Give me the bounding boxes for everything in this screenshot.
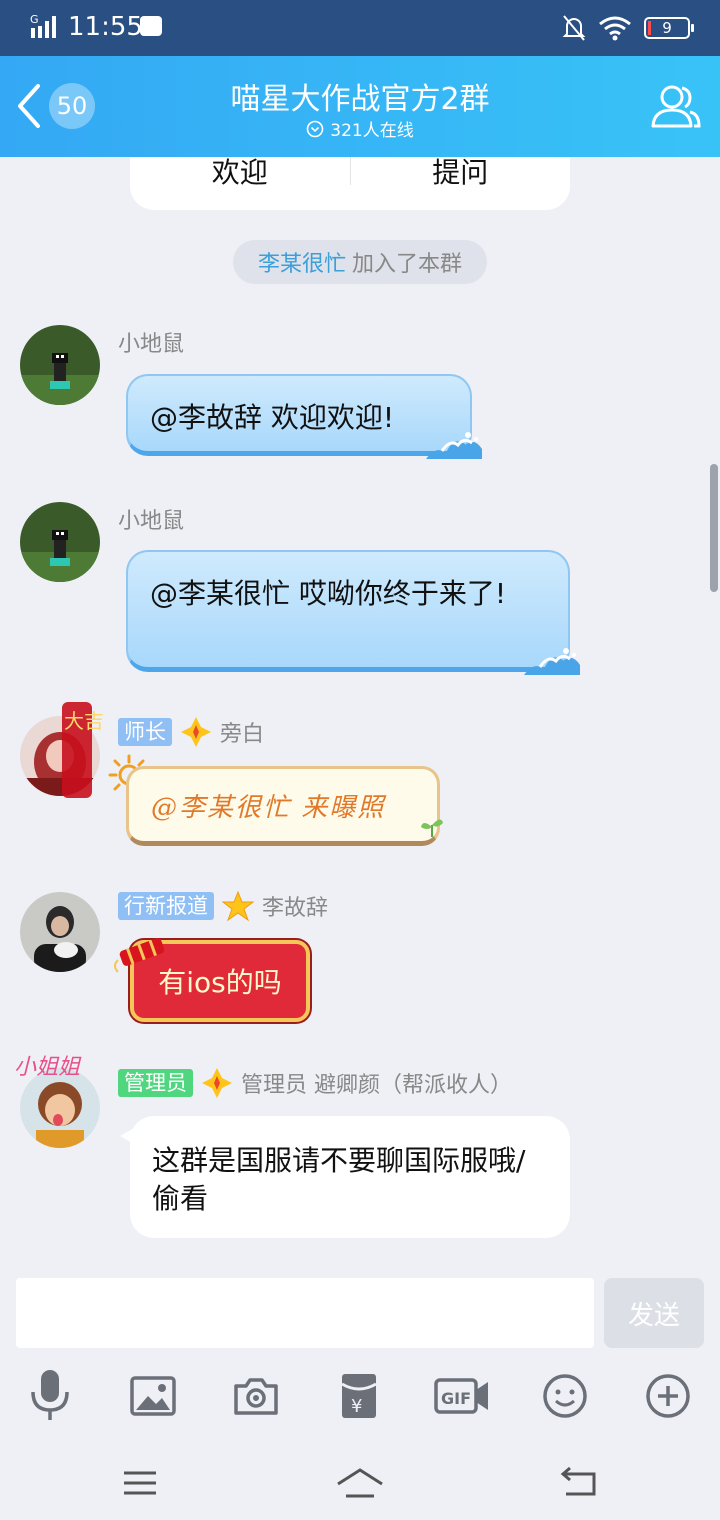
chevron-down-circle-icon: [306, 120, 324, 137]
diamond-rank-icon: [181, 717, 211, 747]
online-count: 321人在线: [330, 121, 414, 141]
welcome-label: 欢迎: [211, 157, 268, 189]
sender-name: 师长 旁白: [118, 716, 264, 748]
system-join-message: 李某很忙 加入了本群: [233, 240, 487, 284]
svg-text:小姐姐: 小姐姐: [14, 1055, 82, 1080]
joined-member-name[interactable]: 李某很忙: [258, 246, 346, 278]
sender-label: 旁白: [220, 722, 265, 747]
member-title-tag: 师长: [118, 718, 172, 746]
avatar[interactable]: [20, 325, 100, 405]
group-members-icon[interactable]: [650, 82, 702, 130]
notification-icon: [140, 16, 162, 36]
star-rank-icon: [222, 890, 254, 922]
online-status[interactable]: 321人在线: [0, 116, 720, 141]
red-packet-icon[interactable]: ¥: [329, 1364, 389, 1428]
message-text: @李某很忙 来曝照: [151, 792, 386, 823]
message-bubble[interactable]: @李故辞 欢迎欢迎!: [126, 374, 482, 459]
sender-label: 小地鼠: [118, 509, 185, 534]
back-nav-icon[interactable]: [550, 1458, 610, 1508]
wifi-icon: [599, 16, 631, 41]
scrollbar[interactable]: [710, 464, 718, 592]
diamond-rank-icon: [202, 1068, 232, 1098]
camera-icon[interactable]: [226, 1364, 286, 1428]
status-bar: G 11:55 9: [0, 0, 720, 56]
message-text: @李故辞 欢迎欢迎!: [150, 401, 395, 434]
toolbar: ¥ GIF: [0, 1364, 720, 1434]
message-bubble[interactable]: 这群是国服请不要聊国际服哦/偷看: [120, 1116, 570, 1238]
join-text: 加入了本群: [352, 252, 463, 277]
sender-name: 管理员 管理员 避卿颜（帮派收人）: [118, 1067, 512, 1099]
sender-name: 小地鼠: [118, 326, 184, 358]
sender-name: 小地鼠: [118, 503, 184, 535]
member-title-tag: 管理员: [118, 1069, 193, 1097]
svg-text:大吉大利: 大吉大利: [64, 709, 104, 733]
sender-name: 行新报道 李故辞: [118, 890, 328, 922]
status-time: 11:55: [68, 12, 143, 42]
plus-icon[interactable]: [638, 1364, 698, 1428]
firecracker-decoration-icon: [114, 938, 165, 973]
group-title[interactable]: 喵星大作战官方2群: [0, 74, 720, 118]
signal-icon: G: [30, 13, 56, 38]
sprout-icon: [421, 819, 443, 837]
wave-decoration-icon: [426, 432, 482, 459]
emoji-icon[interactable]: [535, 1364, 595, 1428]
sender-label: 李故辞: [262, 896, 329, 921]
chat-header: 50 喵星大作战官方2群 321人在线: [0, 56, 720, 157]
wave-decoration-icon: [524, 648, 580, 675]
svg-text:GIF: GIF: [441, 1389, 471, 1408]
message-text: @李某很忙 哎呦你终于来了!: [150, 577, 507, 610]
sender-label: 管理员 避卿颜（帮派收人）: [241, 1073, 512, 1098]
battery-level: [648, 21, 651, 35]
member-title-tag: 行新报道: [118, 892, 214, 920]
microphone-icon[interactable]: [20, 1364, 80, 1428]
quick-actions-card: 欢迎 提问: [130, 157, 570, 210]
message-text: 有ios的吗: [158, 966, 282, 999]
ask-label: 提问: [432, 157, 489, 189]
message-text: 这群是国服请不要聊国际服哦/偷看: [152, 1144, 526, 1215]
system-nav-bar: [0, 1448, 720, 1520]
sender-label: 小地鼠: [118, 332, 185, 357]
input-bar: 发送 ¥ GIF: [0, 1254, 720, 1520]
avatar[interactable]: [20, 502, 100, 582]
mute-bell-icon: [562, 15, 586, 41]
avatar[interactable]: [20, 892, 100, 972]
send-button[interactable]: 发送: [604, 1278, 704, 1348]
gif-icon[interactable]: GIF: [432, 1364, 492, 1428]
sticker-badge-icon: 小姐姐: [14, 1055, 82, 1080]
svg-text:G: G: [30, 13, 39, 26]
home-icon[interactable]: [330, 1458, 390, 1508]
message-bubble[interactable]: @李某很忙 哎呦你终于来了!: [126, 550, 580, 675]
ask-button[interactable]: 提问: [351, 157, 571, 191]
battery-percent: 9: [662, 19, 672, 37]
lucky-banner-icon: 大吉大利: [62, 702, 104, 798]
message-input[interactable]: [16, 1278, 594, 1348]
message-bubble[interactable]: @李某很忙 来曝照: [126, 766, 443, 846]
svg-text:¥: ¥: [351, 1396, 362, 1417]
menu-icon[interactable]: [110, 1458, 170, 1508]
image-icon[interactable]: [123, 1364, 183, 1428]
battery-indicator: 9: [644, 17, 694, 39]
welcome-button[interactable]: 欢迎: [130, 157, 350, 191]
